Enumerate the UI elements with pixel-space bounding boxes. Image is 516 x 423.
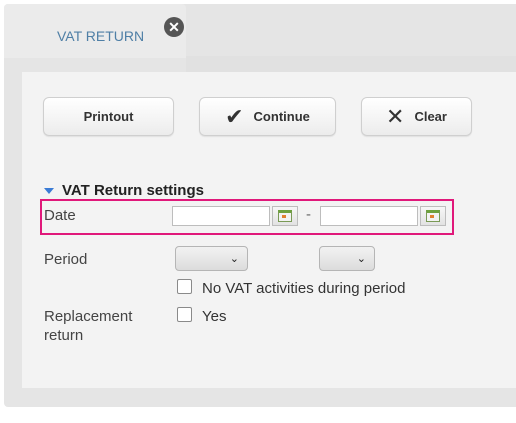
collapse-triangle-icon[interactable] <box>44 187 54 194</box>
tab-vat-return[interactable]: VAT RETURN ✕ <box>4 4 186 58</box>
period-label: Period <box>44 251 88 268</box>
no-vat-checkbox[interactable] <box>177 279 192 294</box>
continue-button[interactable]: ✔ Continue <box>199 97 336 136</box>
date-label: Date <box>44 207 76 224</box>
no-vat-label: No VAT activities during period <box>202 280 406 297</box>
clear-button[interactable]: ✕ Clear <box>361 97 472 136</box>
close-tab-icon[interactable]: ✕ <box>164 17 184 37</box>
tab-label: VAT RETURN <box>57 28 145 44</box>
calendar-icon <box>278 210 292 222</box>
clear-label: Clear <box>414 109 447 124</box>
replacement-checkbox[interactable] <box>177 307 192 322</box>
continue-label: Continue <box>253 109 310 124</box>
checkmark-icon: ✔ <box>225 103 244 129</box>
calendar-icon <box>426 210 440 222</box>
chevron-down-icon: ⌄ <box>356 253 366 265</box>
section-header[interactable]: VAT Return settings <box>44 182 204 199</box>
replacement-label-line1: Replacement <box>44 308 133 325</box>
x-icon: ✕ <box>386 103 405 129</box>
period-to-select[interactable]: ⌄ <box>319 246 375 271</box>
date-from-calendar-button[interactable] <box>272 206 298 226</box>
replacement-yes-label: Yes <box>202 308 227 325</box>
date-from-input[interactable] <box>172 206 270 226</box>
date-separator: - <box>306 206 311 223</box>
section-title: VAT Return settings <box>62 182 204 199</box>
replacement-label-line2: return <box>44 327 84 344</box>
date-to-input[interactable] <box>320 206 418 226</box>
printout-button[interactable]: Printout <box>43 97 174 136</box>
date-to-calendar-button[interactable] <box>420 206 446 226</box>
period-from-select[interactable]: ⌄ <box>175 246 248 271</box>
tab-strip <box>186 56 516 72</box>
chevron-down-icon: ⌄ <box>229 253 239 265</box>
printout-label: Printout <box>83 109 134 124</box>
